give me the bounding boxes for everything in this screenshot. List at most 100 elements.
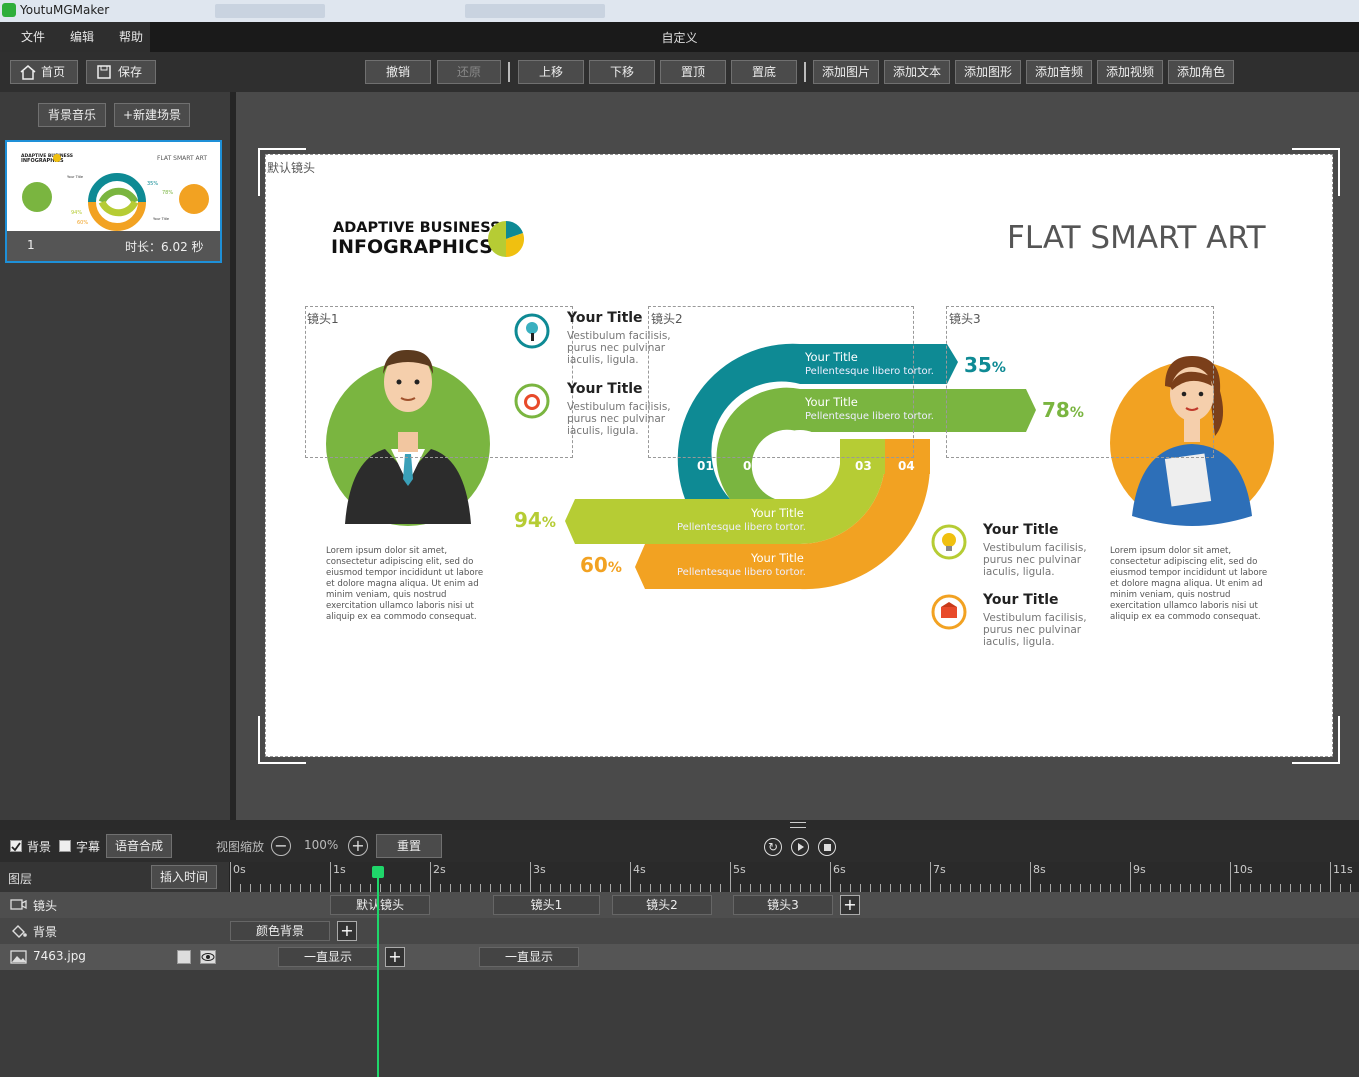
add-shape-button[interactable]: 添加图形 (955, 60, 1021, 84)
thumb-title: FLAT SMART ART (157, 155, 207, 162)
ruler-minor-tick (860, 884, 861, 892)
ruler-minor-tick (1180, 884, 1181, 892)
add-role-button[interactable]: 添加角色 (1168, 60, 1234, 84)
speech-synthesis-button[interactable]: 语音合成 (106, 834, 172, 858)
playhead-handle[interactable] (372, 866, 384, 878)
redo-button[interactable]: 还原 (437, 60, 501, 84)
brand-line-1: ADAPTIVE BUSINESS (333, 220, 501, 236)
camera-2-frame[interactable] (648, 306, 914, 458)
ruler-minor-tick (1240, 884, 1241, 892)
playhead[interactable] (377, 866, 379, 1077)
band-3-title: Your Title (751, 506, 804, 520)
ruler-minor-tick (820, 884, 821, 892)
camera-3-frame[interactable] (946, 306, 1214, 458)
percent-4: 60% (580, 553, 622, 577)
ruler-minor-tick (410, 884, 411, 892)
ruler-minor-tick (1210, 884, 1211, 892)
save-button[interactable]: 保存 (86, 60, 156, 84)
visibility-toggle[interactable] (200, 950, 216, 964)
alarm-clock-icon (514, 383, 550, 419)
zoom-out-icon[interactable]: − (271, 836, 291, 856)
thumb-pct-1: 35% (147, 181, 158, 187)
ruler-minor-tick (940, 884, 941, 892)
clip-camera-1[interactable]: 镜头1 (493, 895, 600, 915)
scene-thumbnail[interactable]: ADAPTIVE BUSINESS INFOGRAPHICS FLAT SMAR… (5, 140, 222, 263)
ruler-minor-tick (1170, 884, 1171, 892)
ruler-label: 3s (533, 863, 546, 876)
subtitle-toggle-label: 字幕 (76, 840, 101, 854)
ruler-minor-tick (1110, 884, 1111, 892)
layer-row-camera[interactable]: 镜头 默认镜头 镜头1 镜头2 镜头3 + (0, 892, 1359, 918)
ruler-minor-tick (1340, 884, 1341, 892)
play-icon[interactable] (791, 838, 809, 856)
item-text-3: Vestibulum facilisis, purus nec pulvinar… (983, 542, 1087, 578)
move-down-button[interactable]: 下移 (589, 60, 655, 84)
background-window-tab (465, 4, 605, 18)
timeline-empty-area[interactable] (0, 970, 1359, 1077)
ruler-major-tick (1130, 862, 1131, 892)
background-music-button[interactable]: 背景音乐 (38, 103, 106, 127)
item-title-3: Your Title (983, 522, 1059, 538)
arc-number-3: 03 (855, 459, 872, 473)
zoom-in-icon[interactable]: + (348, 836, 368, 856)
background-checkbox[interactable] (10, 840, 22, 852)
ruler-minor-tick (960, 884, 961, 892)
ruler-minor-tick (750, 884, 751, 892)
home-button[interactable]: 首页 (10, 60, 78, 84)
clip-camera-2[interactable]: 镜头2 (612, 895, 712, 915)
toolbar-separator (804, 62, 806, 82)
insert-time-button[interactable]: 插入时间 (151, 865, 217, 889)
timeline: 图层 插入时间 0s 1s 2s 3s 4s 5s 6s 7s 8s 9s 10s 11s 镜头 默认… (0, 862, 1359, 1077)
replay-icon[interactable]: ↻ (764, 838, 782, 856)
ruler-minor-tick (580, 884, 581, 892)
layer-name: 背景 (33, 925, 58, 939)
add-video-button[interactable]: 添加视频 (1097, 60, 1163, 84)
ruler-minor-tick (280, 884, 281, 892)
ruler-minor-tick (510, 884, 511, 892)
item-title-1: Your Title (567, 310, 643, 326)
lock-toggle[interactable] (177, 950, 191, 964)
ruler-major-tick (230, 862, 231, 892)
clip-default-camera[interactable]: 默认镜头 (330, 895, 430, 915)
ruler-minor-tick (250, 884, 251, 892)
camera-3-label: 镜头3 (949, 312, 981, 326)
subtitle-checkbox[interactable] (59, 840, 71, 852)
add-camera-clip-button[interactable]: + (840, 895, 860, 915)
layer-row-image[interactable]: 7463.jpg 一直显示 + 一直显示 (0, 944, 1359, 970)
undo-button[interactable]: 撤销 (365, 60, 431, 84)
ruler-minor-tick (980, 884, 981, 892)
ruler-minor-tick (690, 884, 691, 892)
clip-always-show[interactable]: 一直显示 (278, 947, 378, 967)
bring-to-top-button[interactable]: 置顶 (660, 60, 726, 84)
stage-canvas[interactable]: 默认镜头 ADAPTIVE BUSINESS INFOGRAPHICS FLAT… (265, 154, 1333, 757)
ruler-minor-tick (1160, 884, 1161, 892)
ruler-minor-tick (240, 884, 241, 892)
camera-2-label: 镜头2 (651, 312, 683, 326)
ruler-minor-tick (290, 884, 291, 892)
clip-always-show[interactable]: 一直显示 (479, 947, 579, 967)
timeline-splitter[interactable] (0, 820, 1359, 830)
send-to-bottom-button[interactable]: 置底 (731, 60, 797, 84)
reset-button[interactable]: 重置 (376, 834, 442, 858)
home-icon (20, 65, 36, 80)
ruler-minor-tick (420, 884, 421, 892)
add-audio-button[interactable]: 添加音频 (1026, 60, 1092, 84)
ruler-minor-tick (1100, 884, 1101, 892)
clip-camera-3[interactable]: 镜头3 (733, 895, 833, 915)
ruler-major-tick (630, 862, 631, 892)
item-text-4: Vestibulum facilisis, purus nec pulvinar… (983, 612, 1087, 648)
add-text-button[interactable]: 添加文本 (884, 60, 950, 84)
ruler-minor-tick (370, 884, 371, 892)
stop-icon[interactable] (818, 838, 836, 856)
new-scene-button[interactable]: +新建场景 (114, 103, 190, 127)
ruler-minor-tick (1310, 884, 1311, 892)
clip-color-background[interactable]: 颜色背景 (230, 921, 330, 941)
layer-row-background[interactable]: 背景 颜色背景 + (0, 918, 1359, 944)
ruler-minor-tick (1250, 884, 1251, 892)
ruler-major-tick (930, 862, 931, 892)
time-ruler[interactable]: 0s 1s 2s 3s 4s 5s 6s 7s 8s 9s 10s 11s (230, 862, 1359, 892)
add-image-button[interactable]: 添加图片 (813, 60, 879, 84)
move-up-button[interactable]: 上移 (518, 60, 584, 84)
add-image-clip-button[interactable]: + (385, 947, 405, 967)
add-background-clip-button[interactable]: + (337, 921, 357, 941)
